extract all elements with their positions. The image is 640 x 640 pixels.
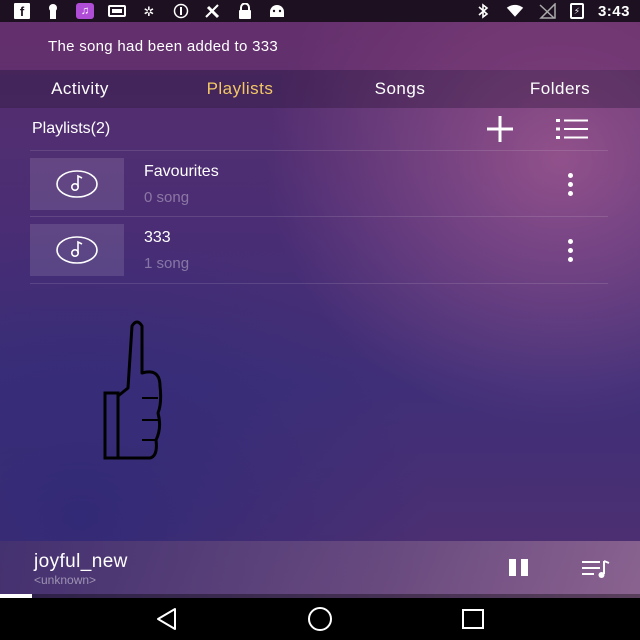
toast-text: The song had been added to 333 (48, 37, 279, 55)
music-disc-icon (56, 170, 98, 198)
playlists-actions (484, 113, 608, 145)
playlist-row-333[interactable]: 333 1 song (30, 217, 608, 283)
android-icon (268, 3, 286, 19)
tab-bar: Activity Playlists Songs Folders (0, 70, 640, 108)
playlist-name: Favourites (144, 162, 219, 180)
more-options-icon[interactable] (558, 230, 582, 270)
playlist-thumbnail (30, 224, 124, 276)
no-network-icon (204, 3, 222, 19)
playlist-song-count: 1 song (144, 254, 190, 272)
now-playing-bar[interactable]: joyful_new <unknown> (0, 541, 640, 598)
list-icon[interactable] (556, 118, 588, 140)
more-options-icon[interactable] (558, 164, 582, 204)
data-saver-icon (172, 3, 190, 19)
music-app-screen: f ♫ ✲ ⚡ 3:43 The song had been added to … (0, 0, 640, 640)
battery-charging-icon: ⚡ (569, 3, 584, 19)
plus-icon[interactable] (484, 113, 516, 145)
keyhole-icon (44, 3, 62, 19)
playlist-thumbnail (30, 158, 124, 210)
tab-songs[interactable]: Songs (320, 79, 480, 99)
toast-message: The song had been added to 333 (0, 22, 640, 70)
status-bar: f ♫ ✲ ⚡ 3:43 (0, 0, 640, 22)
no-sim-icon (538, 3, 556, 19)
bluetooth-icon (474, 3, 492, 19)
playlists-count-title: Playlists(2) (32, 120, 111, 137)
home-icon[interactable] (300, 599, 340, 639)
status-time: 3:43 (597, 2, 630, 20)
back-icon[interactable] (147, 599, 187, 639)
divider (30, 283, 608, 284)
navigation-bar (0, 598, 640, 640)
pause-icon[interactable] (504, 559, 532, 581)
playlist-name: 333 (144, 228, 171, 246)
fan-icon: ✲ (143, 3, 155, 19)
playlists-header: Playlists(2) (32, 108, 608, 150)
playing-queue-icon[interactable] (580, 557, 610, 586)
status-bar-left: f ♫ ✲ (14, 3, 286, 19)
now-playing-title: joyful_new (34, 551, 128, 572)
wifi-icon (506, 3, 524, 19)
thumbs-up-drawing-icon (100, 318, 170, 473)
playlist-info: 333 1 song (144, 229, 558, 272)
lock-icon (236, 3, 254, 19)
playlist-song-count: 0 song (144, 188, 190, 206)
tab-playlists[interactable]: Playlists (160, 79, 320, 99)
recents-icon[interactable] (453, 599, 493, 639)
facebook-icon: f (14, 3, 30, 19)
playlist-info: Favourites 0 song (144, 163, 558, 206)
tab-activity[interactable]: Activity (0, 79, 160, 99)
music-app-icon: ♫ (76, 3, 94, 19)
now-playing-artist: <unknown> (34, 573, 97, 587)
music-disc-icon (56, 236, 98, 264)
playlist-row-favourites[interactable]: Favourites 0 song (30, 151, 608, 217)
sim-icon (108, 3, 126, 19)
status-bar-right: ⚡ 3:43 (474, 3, 630, 20)
tab-folders[interactable]: Folders (480, 79, 640, 99)
